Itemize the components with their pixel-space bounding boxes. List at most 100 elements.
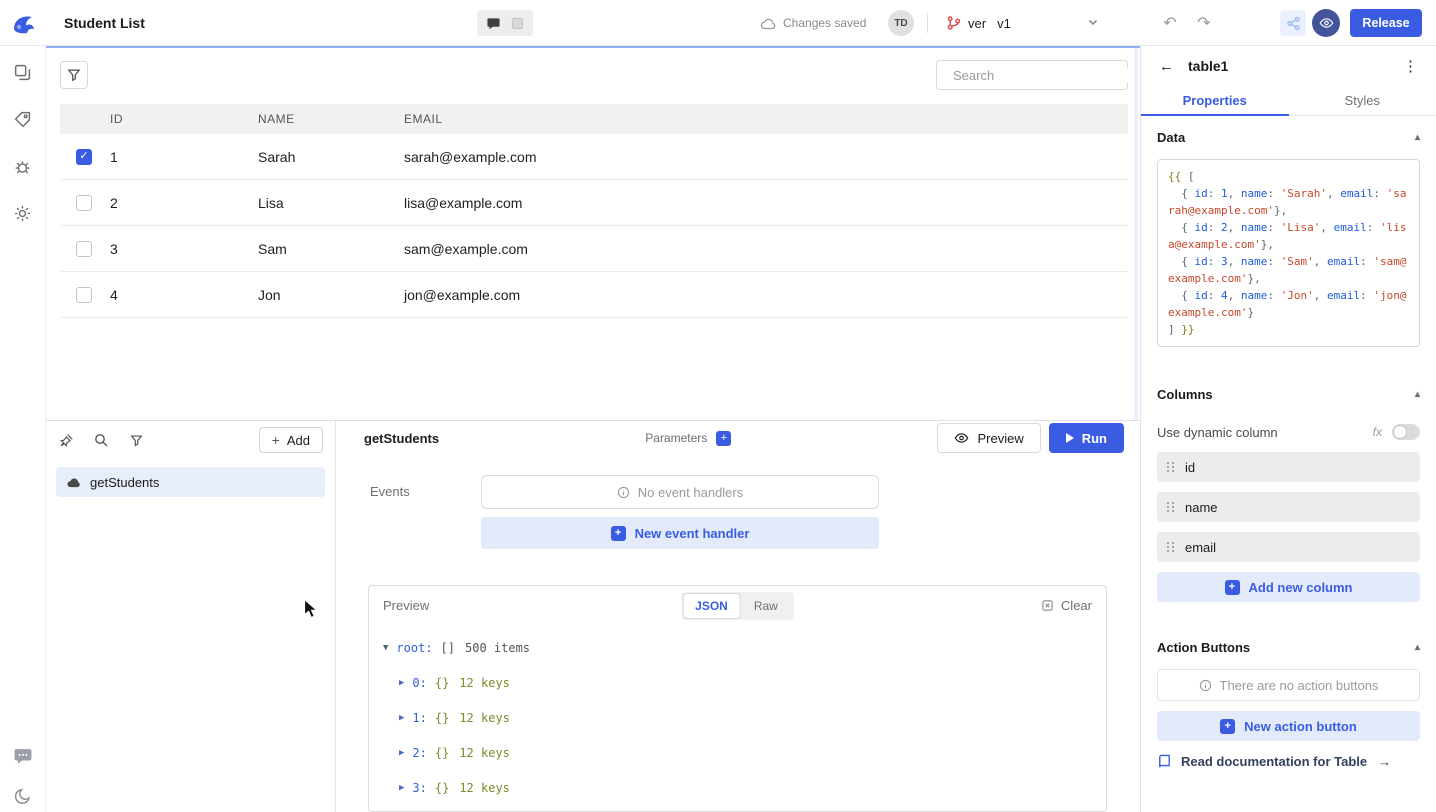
new-action-button[interactable]: + New action button [1157,711,1420,741]
header-id[interactable]: ID [108,112,258,126]
top-bar: Student List Changes saved TD ver v1 [0,0,1436,46]
pages-icon[interactable] [13,62,33,82]
parameters-label: Parameters [645,431,707,445]
collapse-icon[interactable]: ▴ [1415,642,1420,653]
docs-link[interactable]: Read documentation for Table → [1157,754,1420,769]
tab-json[interactable]: JSON [683,594,740,618]
avatar[interactable]: TD [888,10,914,36]
cell-name: Jon [258,287,404,303]
query-list-toolbar: + Add [46,421,335,459]
tree-root[interactable]: ▼ root: [] 500 items [383,630,1092,665]
app-preview-button[interactable] [1312,9,1340,37]
property-pane: ← table1 ⋮ Properties Styles Data ▴ {{ [… [1140,46,1436,812]
filter-icon[interactable] [128,432,144,448]
tree-expand-icon[interactable]: ▶ [399,748,404,758]
arrow-right-icon: → [1378,754,1391,769]
tree-node-count: 12 keys [459,781,510,795]
tree-node-brackets: {} [435,781,449,795]
tree-expand-icon[interactable]: ▶ [399,783,404,793]
tree-node[interactable]: ▶2:{}12 keys [383,735,1092,770]
branch-selector[interactable]: ver v1 [946,0,1011,46]
tab-properties[interactable]: Properties [1141,86,1289,115]
tab-raw[interactable]: Raw [740,594,792,618]
tab-styles[interactable]: Styles [1289,86,1436,115]
new-event-handler-button[interactable]: + New event handler [481,517,879,549]
docs-icon [1157,754,1172,769]
tree-node[interactable]: ▶0:{}12 keys [383,665,1092,700]
column-item[interactable]: email [1157,532,1420,562]
undo-button[interactable]: ↶ [1156,9,1184,37]
datasources-icon[interactable] [13,109,33,129]
cell-email: sam@example.com [404,241,1128,257]
help-chat-icon[interactable] [13,746,33,766]
collapse-icon[interactable]: ▴ [1415,132,1420,143]
tree-node-key: 3: [412,781,426,795]
collapse-icon[interactable]: ▴ [1415,389,1420,400]
tree-collapse-icon[interactable]: ▼ [383,643,388,653]
actions-section-header: Action Buttons ▴ [1157,640,1420,655]
row-checkbox[interactable] [76,195,92,211]
header-email[interactable]: EMAIL [404,112,1128,126]
back-icon[interactable]: ← [1159,58,1174,75]
table-body: ✓1Sarahsarah@example.com2Lisalisa@exampl… [60,134,1128,318]
clear-button[interactable]: Clear [1041,598,1092,613]
query-list-pane: + Add getStudents [46,421,336,812]
table-search-input[interactable] [953,68,1129,83]
share-button[interactable] [1280,10,1306,36]
tree-node-key: 0: [412,676,426,690]
pin-icon[interactable] [58,432,74,448]
kebab-menu-icon[interactable]: ⋮ [1403,57,1418,75]
data-section-header: Data ▴ [1157,130,1420,145]
comment-mode-icon[interactable] [485,15,501,31]
table-row[interactable]: 2Lisalisa@example.com [60,180,1128,226]
fx-icon[interactable]: fx [1373,425,1382,439]
cloud-icon [66,476,81,488]
tree-node[interactable]: ▶ 3: {} 12 keys [383,770,1092,805]
redo-icon: ↷ [1197,13,1210,33]
query-editor: getStudents Parameters + Preview Run [336,421,1140,812]
release-button[interactable]: Release [1350,9,1422,37]
debug-icon[interactable] [13,156,33,176]
widget-name[interactable]: table1 [1188,58,1228,74]
add-new-column-button[interactable]: + Add new column [1157,572,1420,602]
table-row[interactable]: ✓1Sarahsarah@example.com [60,134,1128,180]
dynamic-column-label: Use dynamic column [1157,425,1278,440]
widget-mode-icon[interactable] [509,15,525,31]
row-checkbox[interactable] [76,241,92,257]
query-name[interactable]: getStudents [364,431,439,446]
drag-handle-icon[interactable] [1167,462,1174,472]
tree-node[interactable]: ▶1:{}12 keys [383,700,1092,735]
data-code[interactable]: {{ [ { id: 1, name: 'Sarah', email: 'sar… [1157,159,1420,347]
tree-root-key: root: [396,641,432,655]
drag-handle-icon[interactable] [1167,502,1174,512]
app-logo-icon[interactable] [0,0,46,46]
redo-button[interactable]: ↷ [1190,9,1218,37]
events-label: Events [370,475,481,549]
chevron-down-icon[interactable] [1086,15,1100,29]
add-query-button[interactable]: + Add [259,427,323,453]
add-parameter-button[interactable]: + [716,431,731,446]
row-checkbox[interactable] [76,287,92,303]
query-list-item[interactable]: getStudents [56,467,325,497]
search-icon[interactable] [93,432,109,448]
tree-expand-icon[interactable]: ▶ [399,678,404,688]
table-row[interactable]: 3Samsam@example.com [60,226,1128,272]
table-filter-button[interactable] [60,61,88,89]
row-checkbox[interactable]: ✓ [76,149,92,165]
dynamic-column-toggle[interactable] [1392,424,1420,440]
column-item[interactable]: name [1157,492,1420,522]
drag-handle-icon[interactable] [1167,542,1174,552]
code-line: { id: 1, name: 'Sarah', email: 'sarah@ex… [1168,185,1409,219]
columns-section-header: Columns ▴ [1157,387,1420,402]
column-item[interactable]: id [1157,452,1420,482]
tree-expand-icon[interactable]: ▶ [399,713,404,723]
theme-moon-icon[interactable] [13,786,33,806]
run-button[interactable]: Run [1049,423,1124,453]
query-preview-button[interactable]: Preview [937,423,1040,453]
settings-icon[interactable] [13,203,33,223]
table-widget[interactable]: ID NAME EMAIL ✓1Sarahsarah@example.com2L… [60,60,1128,318]
cell-name: Sam [258,241,404,257]
table-row[interactable]: 4Jonjon@example.com [60,272,1128,318]
header-name[interactable]: NAME [258,112,404,126]
tree-node-key: 1: [412,711,426,725]
